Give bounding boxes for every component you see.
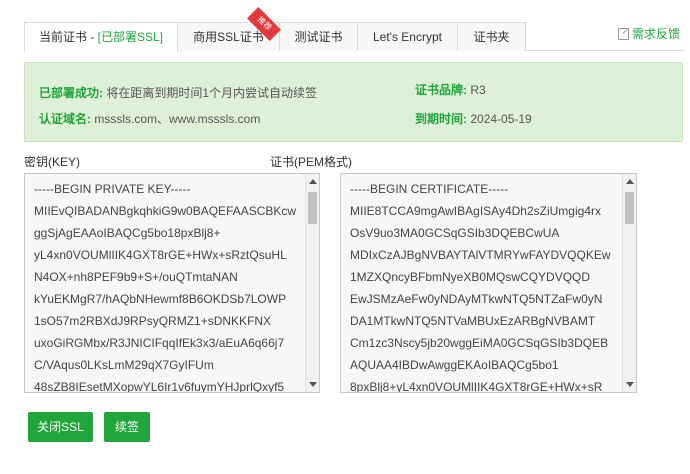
scroll-down-icon[interactable] — [626, 382, 634, 387]
scroll-up-icon[interactable] — [309, 179, 317, 184]
cert-line: -----BEGIN CERTIFICATE----- — [350, 182, 509, 196]
renew-button[interactable]: 续签 — [104, 412, 150, 442]
cert-line: DA1MTkwNTQ5NTVaMBUxEzARBgNVBAMT — [350, 314, 596, 328]
key-line: MIIEvQIBADANBgkqhkiG9w0BAQEFAASCBKcw — [34, 204, 297, 218]
cert-line: MDIxCzAJBgNVBAYTAlVTMRYwFAYDVQQKEw — [350, 248, 611, 262]
private-key-textarea[interactable]: -----BEGIN PRIVATE KEY----- MIIEvQIBADAN… — [24, 173, 320, 393]
cert-expire-row: 到期时间: 2024-05-19 — [415, 110, 532, 127]
tab-test-cert[interactable]: 测试证书 — [280, 22, 358, 51]
key-line: N4OX+nh8PEF9b9+S+/ouQTmtaNAN — [34, 270, 238, 284]
feedback-label: 需求反馈 — [632, 27, 681, 41]
tab-cert-folder[interactable]: 证书夹 — [458, 22, 526, 51]
certificate-text: -----BEGIN CERTIFICATE----- MIIE8TCCA9mg… — [350, 178, 620, 393]
deploy-status-value: 将在距离到期时间1个月内尝试自动续签 — [106, 86, 318, 100]
cert-expire-label: 到期时间: — [415, 112, 467, 126]
key-label: 密钥(KEY) — [24, 155, 81, 169]
certificate-textarea[interactable]: -----BEGIN CERTIFICATE----- MIIE8TCCA9mg… — [340, 173, 637, 393]
cert-brand-value: R3 — [470, 83, 486, 97]
key-line: ggSjAgEAAoIBAQCg5bo18pxBlj8+ — [34, 226, 221, 240]
cert-scrollbar[interactable] — [622, 174, 636, 392]
tab-cert-folder-label: 证书夹 — [473, 30, 510, 44]
cert-line: OsV9uo3MA0GCSqGSIb3DQEBCwUA — [350, 226, 560, 240]
cert-line: Cm1zc3Nscy5jb20wggEiMA0GCSqGSIb3DQEB — [350, 336, 609, 350]
scroll-up-icon[interactable] — [626, 179, 634, 184]
key-line: yL4xn0VOUMlIIK4GXT8rGE+HWx+sRztQsuHL — [34, 248, 287, 262]
tab-lets-encrypt-label: Let's Encrypt — [373, 30, 442, 44]
tab-lets-encrypt[interactable]: Let's Encrypt — [358, 22, 458, 51]
cert-info-box: 已部署成功: 将在距离到期时间1个月内尝试自动续签 证书品牌: R3 认证域名:… — [24, 62, 683, 142]
key-line: uxoGiRGMbx/R3JNICIFqqIfEk3x3/aEuA6q66j7 — [34, 336, 285, 350]
scroll-thumb[interactable] — [625, 192, 634, 224]
cert-line: MIIE8TCCA9mgAwIBAgISAy4Dh2sZiUmgig4rx — [350, 204, 601, 218]
private-key-text: -----BEGIN PRIVATE KEY----- MIIEvQIBADAN… — [34, 178, 303, 393]
key-line: -----BEGIN PRIVATE KEY----- — [34, 182, 191, 196]
edit-icon — [618, 28, 629, 40]
key-line: C/VAqus0LKsLmM29qX7GyIFUm — [34, 358, 214, 372]
deploy-status-row: 已部署成功: 将在距离到期时间1个月内尝试自动续签 — [39, 84, 317, 101]
ssl-panel: 当前证书 - [已部署SSL] 商用SSL证书 测试证书 Let's Encry… — [0, 0, 690, 474]
close-ssl-button[interactable]: 关闭SSL — [28, 412, 93, 442]
tab-current-cert-status: [已部署SSL] — [97, 30, 164, 44]
tab-commercial-ssl-label: 商用SSL证书 — [193, 30, 264, 44]
feedback-link[interactable]: 需求反馈 — [618, 25, 680, 42]
cert-line: AQUAA4IBDwAwggEKAoIBAQCg5bo1 — [350, 358, 559, 372]
deploy-status-label: 已部署成功: — [39, 86, 103, 100]
tab-current-cert-label: 当前证书 - — [38, 30, 98, 44]
key-line: 48sZB8IEsetMXopwYL6Ir1v6fuymYHJprlQxyf5 — [34, 380, 285, 393]
cert-line: 1MZXQncyBFbmNyeXB0MQswCQYDVQQD — [350, 270, 591, 284]
cert-label: 证书(PEM格式) — [270, 155, 352, 169]
key-scrollbar[interactable] — [305, 174, 319, 392]
tab-test-cert-label: 测试证书 — [294, 30, 343, 44]
cert-line: 8pxBlj8+yL4xn0VOUMlIIK4GXT8rGE+HWx+sR — [350, 380, 603, 393]
cert-brand-label: 证书品牌: — [415, 83, 467, 97]
cert-line: EwJSMzAeFw0yNDAyMTkwNTQ5NTZaFw0yN — [350, 292, 603, 306]
tab-current-cert[interactable]: 当前证书 - [已部署SSL] — [24, 22, 178, 52]
key-line: kYuEKMgR7/hAQbNHewmf8B6OKDSb7LOWP — [34, 292, 287, 306]
scroll-down-icon[interactable] — [309, 382, 317, 387]
tab-bar: 当前证书 - [已部署SSL] 商用SSL证书 测试证书 Let's Encry… — [24, 22, 684, 52]
cert-domain-label: 认证域名: — [39, 112, 91, 126]
cert-domain-row: 认证域名: msssls.com、www.msssls.com — [39, 110, 260, 127]
scroll-thumb[interactable] — [308, 192, 317, 224]
cert-domain-value: msssls.com、www.msssls.com — [94, 112, 261, 126]
cert-expire-value: 2024-05-19 — [470, 112, 532, 126]
key-line: 1sO57m2RBXdJ9RPsyQRMZ1+sDNKKFNX — [34, 314, 272, 328]
cert-brand-row: 证书品牌: R3 — [415, 81, 486, 98]
